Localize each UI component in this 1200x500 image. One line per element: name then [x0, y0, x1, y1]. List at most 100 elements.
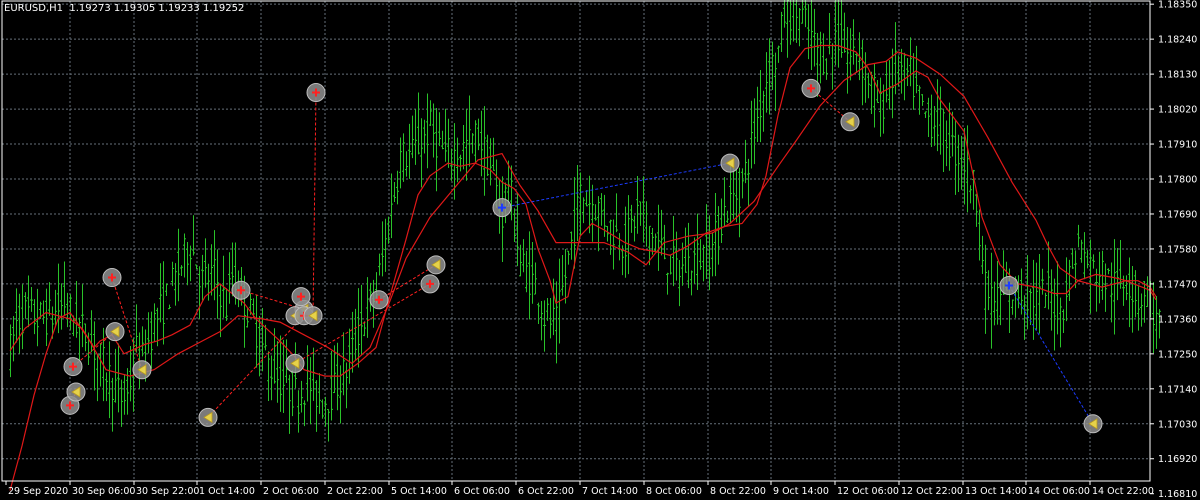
- price-chart[interactable]: 1.18350 1.18240 1.18130 1.18020 1.17910 1.178…: [0, 0, 1200, 500]
- price-bar: [1086, 250, 1089, 269]
- price-bar: [321, 399, 324, 419]
- price-bar: [393, 182, 396, 202]
- price-bar: [342, 332, 345, 396]
- price-bar: [762, 90, 765, 132]
- price-bar: [519, 244, 522, 277]
- trade-marker-open[interactable]: [999, 276, 1019, 296]
- price-bar: [246, 307, 249, 328]
- price-bar: [1035, 262, 1038, 330]
- price-bar: [219, 283, 222, 338]
- price-bar: [756, 86, 759, 143]
- price-bar: [759, 70, 762, 143]
- price-bar: [828, 12, 831, 55]
- price-bar: [945, 120, 948, 167]
- trade-marker-open[interactable]: [420, 274, 440, 294]
- trade-marker-open[interactable]: [492, 198, 512, 218]
- price-bar: [180, 265, 183, 277]
- price-bar: [48, 282, 51, 316]
- trade-marker-close[interactable]: [105, 322, 125, 342]
- price-bar: [1113, 239, 1116, 335]
- price-bar: [198, 266, 201, 320]
- price-bar: [1110, 262, 1113, 323]
- price-bar: [1032, 259, 1035, 340]
- time-tick-label: 30 Sep 22:00: [136, 486, 199, 497]
- price-bar: [801, 0, 804, 24]
- price-bar: [561, 254, 564, 296]
- price-bar: [447, 118, 450, 168]
- trade-marker-open[interactable]: [801, 78, 821, 98]
- price-bar: [63, 261, 66, 316]
- price-bar: [831, 43, 834, 90]
- price-bar: [1131, 266, 1134, 333]
- trade-marker-close[interactable]: [285, 353, 305, 373]
- trade-marker-close[interactable]: [720, 153, 740, 173]
- price-bar: [1050, 269, 1053, 331]
- price-bar: [582, 197, 585, 224]
- price-bar: [1116, 247, 1119, 301]
- price-bar: [399, 137, 402, 189]
- price-bar: [57, 263, 60, 334]
- trade-marker-open[interactable]: [369, 290, 389, 310]
- trade-marker-close[interactable]: [426, 255, 446, 275]
- time-tick-label: 30 Sep 06:00: [72, 486, 135, 497]
- price-bar: [396, 170, 399, 205]
- price-bar: [630, 204, 633, 233]
- price-bar: [24, 292, 27, 319]
- price-bar: [15, 288, 18, 343]
- price-bar: [792, 0, 794, 42]
- price-tick-label: 1.17140: [1158, 384, 1197, 395]
- trade-marker-open[interactable]: [291, 287, 311, 307]
- chart-window[interactable]: 1.18350 1.18240 1.18130 1.18020 1.17910 1.178…: [0, 0, 1200, 500]
- price-bar: [171, 261, 174, 287]
- price-bar: [288, 374, 291, 434]
- price-bar: [966, 125, 969, 213]
- price-bar: [912, 53, 915, 110]
- trade-marker-open[interactable]: [231, 280, 251, 300]
- time-tick-label: 13 Oct 14:00: [965, 486, 1027, 497]
- trade-marker-close[interactable]: [1083, 414, 1103, 434]
- trade-marker-open[interactable]: [102, 268, 122, 288]
- trade-marker-open[interactable]: [306, 83, 326, 103]
- price-bar: [483, 106, 486, 196]
- price-bar: [45, 288, 48, 346]
- price-bar: [141, 326, 144, 357]
- plot-frame: [1, 0, 1151, 482]
- price-bar: [798, 7, 801, 47]
- price-bar: [654, 233, 657, 251]
- price-bar: [411, 115, 414, 159]
- price-bar: [885, 61, 888, 103]
- trade-marker-close[interactable]: [840, 112, 860, 132]
- price-bar: [192, 215, 195, 256]
- price-tick-label: 1.17250: [1158, 349, 1197, 360]
- price-bar: [753, 98, 756, 165]
- trade-marker-close[interactable]: [198, 407, 218, 427]
- price-bar: [615, 193, 618, 233]
- price-bar: [699, 239, 702, 270]
- price-bar: [714, 193, 717, 277]
- time-tick-label: 6 Oct 06:00: [454, 486, 510, 497]
- price-bar: [366, 277, 369, 338]
- price-bar: [1062, 309, 1065, 333]
- trade-marker-close[interactable]: [132, 360, 152, 380]
- price-bar: [84, 323, 87, 352]
- trade-marker-close[interactable]: [66, 382, 86, 402]
- price-bar: [741, 168, 744, 199]
- price-bar: [957, 134, 960, 193]
- price-bar: [606, 225, 609, 242]
- price-bar: [930, 94, 933, 148]
- price-bar: [1077, 224, 1080, 248]
- price-bar: [279, 335, 282, 412]
- trade-marker-close[interactable]: [303, 306, 323, 326]
- price-bar: [327, 408, 330, 442]
- price-tick-label: 1.18130: [1158, 70, 1197, 81]
- price-bar: [93, 321, 96, 391]
- price-bar: [354, 308, 357, 361]
- time-tick-label: 29 Sep 2020: [8, 486, 68, 497]
- price-bar: [204, 238, 207, 288]
- trade-marker-open[interactable]: [63, 357, 83, 377]
- price-bar: [345, 362, 348, 409]
- price-bar: [165, 283, 168, 297]
- price-bar: [909, 37, 912, 87]
- price-bar: [1056, 261, 1059, 335]
- price-bar: [357, 288, 360, 368]
